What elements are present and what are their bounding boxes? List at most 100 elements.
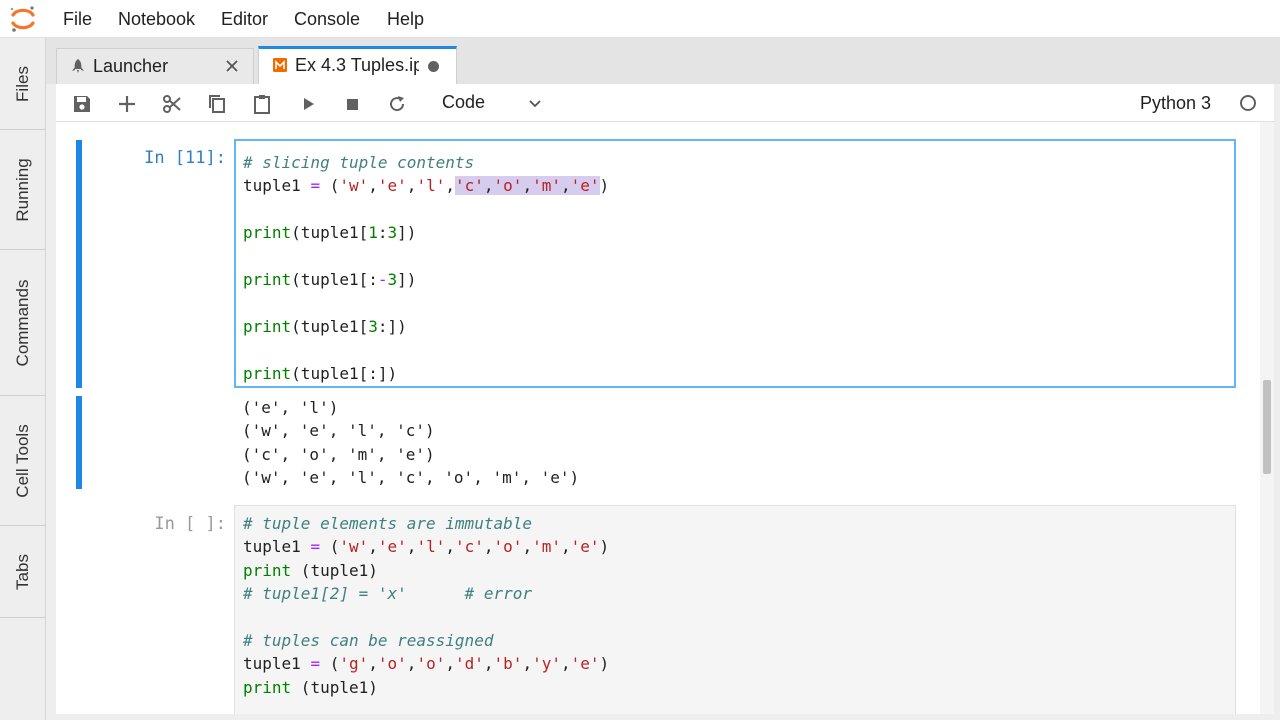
code-line: print (tuple1) — [243, 676, 1235, 699]
notebook-panel: Code Python 3 In [11]: # slicing tuple c… — [56, 84, 1274, 714]
notebook-scrollbar[interactable] — [1260, 122, 1274, 714]
rocket-icon — [72, 59, 84, 73]
code-token: (tuple1) — [291, 560, 378, 580]
paste-button[interactable] — [251, 93, 273, 115]
kernel-status-icon — [1240, 95, 1256, 111]
code-token: , — [522, 176, 533, 196]
restart-button[interactable] — [386, 93, 408, 115]
code-token: ) — [599, 654, 610, 674]
code-token: print — [243, 677, 292, 697]
code-token: , — [560, 176, 571, 196]
code-line: ​ — [243, 245, 1234, 268]
code-token: # slicing tuple contents — [243, 153, 475, 172]
code-line: print(tuple1[:-3]) — [243, 268, 1234, 291]
run-button[interactable] — [297, 93, 319, 115]
code-token: 'o' — [493, 537, 523, 557]
code-token: ]) — [397, 269, 417, 289]
insert-cell-button[interactable] — [116, 93, 138, 115]
cell-output: ('e', 'l') ('w', 'e', 'l', 'c') ('c', 'o',… — [242, 396, 579, 490]
run-icon — [304, 98, 314, 110]
sidebar-tab-commands[interactable]: Commands — [0, 250, 45, 396]
sidebar-tab-label: Cell Tools — [12, 423, 32, 498]
menu-console[interactable]: Console — [294, 9, 360, 30]
code-token: 'o' — [493, 176, 523, 196]
tab-ex-4-3-tuples[interactable]: Ex 4.3 Tuples.ip — [258, 46, 457, 84]
code-token: (tuple1[: — [291, 269, 378, 289]
copy-icon — [209, 95, 225, 113]
code-token: 'b' — [493, 654, 523, 674]
code-token: 'w' — [339, 176, 369, 196]
sidebar-tab-label: Running — [12, 157, 32, 222]
close-icon[interactable] — [225, 59, 239, 73]
code-token: tuple1 — [243, 537, 311, 557]
code-token: , — [560, 537, 571, 557]
cell-type-select[interactable]: Code — [442, 92, 485, 113]
code-token: ( — [320, 537, 340, 557]
unsaved-changes-icon[interactable] — [428, 61, 439, 72]
code-token: tuple1 — [243, 654, 311, 674]
code-token: 'e' — [377, 176, 407, 196]
code-token: = — [310, 654, 321, 674]
code-token: (tuple1[ — [291, 316, 369, 336]
code-line: ​ — [243, 291, 1234, 314]
code-token: print — [243, 560, 292, 580]
cell-input-collapser[interactable] — [76, 140, 82, 388]
tab-launcher[interactable]: Launcher — [56, 48, 254, 84]
output-line: ('e', 'l') — [242, 398, 339, 417]
code-token: (tuple1[ — [291, 223, 369, 243]
code-token: print — [243, 363, 292, 383]
code-line: tuple1 = ('w','e','l','c','o','m','e') — [243, 174, 1234, 197]
code-token: , — [368, 654, 378, 674]
sidebar-tab-files[interactable]: Files — [0, 38, 45, 130]
code-token: 'l' — [416, 176, 446, 196]
scrollbar-thumb[interactable] — [1263, 380, 1271, 474]
menu-help[interactable]: Help — [387, 9, 424, 30]
code-line: print(tuple1[3:]) — [243, 315, 1234, 338]
code-token: , — [522, 654, 533, 674]
sidebar-tab-tabs[interactable]: Tabs — [0, 526, 45, 618]
code-line: # slicing tuple contents — [243, 151, 1234, 174]
code-cell-editor[interactable]: # tuple elements are immutable tuple1 = (… — [234, 505, 1236, 714]
menu-editor[interactable]: Editor — [221, 9, 268, 30]
sidebar-tab-label: Commands — [12, 279, 32, 366]
chevron-down-icon[interactable] — [528, 97, 542, 111]
paste-icon — [254, 95, 270, 114]
code-token: , — [483, 176, 494, 196]
code-token: = — [310, 176, 321, 196]
cut-button[interactable] — [161, 93, 183, 115]
copy-button[interactable] — [206, 93, 228, 115]
code-line: tuple1 = ('w','e','l','c','o','m','e') — [243, 535, 1235, 558]
input-prompt: In [ ]: — [154, 514, 226, 534]
code-token: print — [243, 269, 292, 289]
notebook-cells-area: In [11]: # slicing tuple contents tuple1 … — [56, 122, 1274, 714]
code-token: (tuple1) — [291, 677, 378, 697]
code-token: 'e' — [570, 537, 600, 557]
code-token: # tuple elements are immutable — [243, 514, 532, 533]
code-token: ]) — [397, 223, 417, 243]
code-token: 3 — [387, 269, 398, 289]
code-cell-editor[interactable]: # slicing tuple contents tuple1 = ('w','e… — [234, 139, 1236, 388]
code-token: # tuples can be reassigned — [243, 630, 494, 650]
save-button[interactable] — [71, 93, 93, 115]
code-line: ​ — [243, 338, 1234, 361]
code-token: print — [243, 223, 292, 243]
code-token: 'm' — [532, 176, 561, 196]
save-icon — [74, 96, 90, 112]
code-line: # tuples can be reassigned — [243, 629, 1235, 652]
menu-notebook[interactable]: Notebook — [118, 9, 195, 30]
document-tab-bar: Launcher Ex 4.3 Tuples.ip — [46, 38, 1280, 84]
code-line: print(tuple1[:]) — [243, 362, 1234, 385]
kernel-name[interactable]: Python 3 — [1140, 93, 1211, 114]
sidebar-tab-running[interactable]: Running — [0, 130, 45, 250]
interrupt-button[interactable] — [341, 93, 363, 115]
left-sidebar: Files Running Commands Cell Tools Tabs — [0, 38, 46, 720]
menu-file[interactable]: File — [63, 9, 92, 30]
sidebar-tab-label: Tabs — [12, 553, 32, 590]
code-token: (tuple1[:]) — [291, 363, 398, 383]
cell-output-collapser[interactable] — [76, 396, 82, 489]
menu-bar: File Notebook Editor Console Help — [0, 0, 1280, 38]
code-token: 'o' — [416, 654, 446, 674]
sidebar-tab-cell-tools[interactable]: Cell Tools — [0, 396, 45, 526]
code-token: ) — [599, 176, 610, 196]
restart-icon — [390, 96, 405, 112]
